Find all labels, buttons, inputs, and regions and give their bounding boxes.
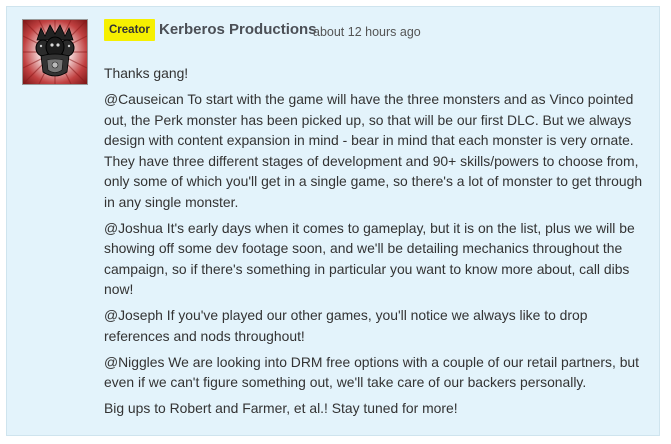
author-name[interactable]: Kerberos Productions (159, 20, 317, 40)
comment-paragraph: Big ups to Robert and Farmer, et al.! St… (104, 400, 458, 416)
creator-badge: Creator (104, 19, 155, 41)
comment-body: Creator Kerberos Productions about 12 ho… (104, 17, 656, 424)
comment-paragraph: Thanks gang! (104, 65, 189, 81)
comment-content: Thanks gang! @Causeican To start with th… (104, 63, 656, 419)
comment-card: Creator Kerberos Productions about 12 ho… (6, 6, 660, 436)
comment-paragraph: @Causeican To start with the game will h… (104, 91, 643, 210)
comment-header: Creator Kerberos Productions about 12 ho… (104, 17, 656, 45)
comment-timestamp[interactable]: about 12 hours ago (313, 24, 421, 40)
kerberos-emblem-icon (23, 20, 87, 84)
comment-paragraph: @Joshua It's early days when it comes to… (104, 219, 635, 298)
avatar[interactable] (22, 19, 88, 85)
comment-paragraph: @Joseph If you've played our other games… (104, 307, 588, 344)
comment-paragraph: @Niggles We are looking into DRM free op… (104, 353, 640, 391)
